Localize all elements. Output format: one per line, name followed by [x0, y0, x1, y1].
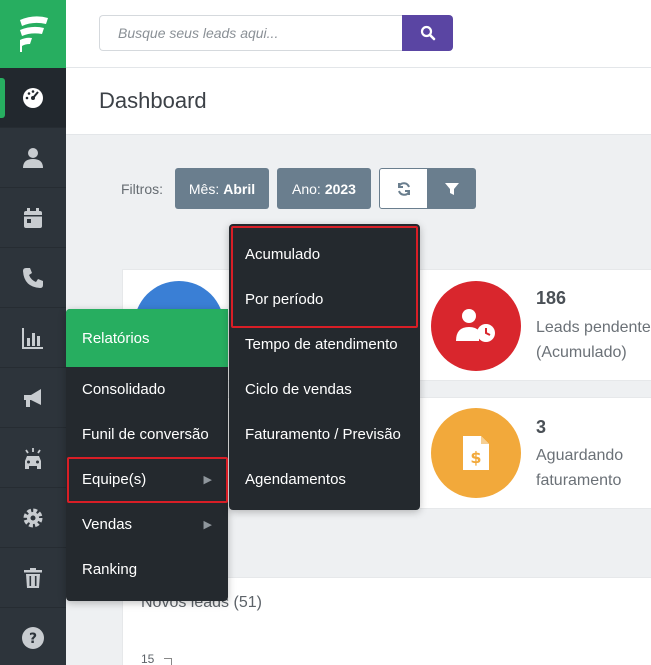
chart-y-tick: 15: [141, 652, 155, 665]
team-submenu: Acumulado Por período Tempo de atendimen…: [229, 224, 420, 510]
phone-icon: [23, 267, 43, 288]
menu-item-label: Equipe(s): [82, 471, 147, 488]
billing-value: 3: [536, 417, 547, 437]
user-icon: [23, 147, 43, 168]
logo-icon: [20, 16, 48, 52]
submenu-item-acumulado[interactable]: Acumulado: [229, 232, 420, 277]
submenu-item-faturamento[interactable]: Faturamento / Previsão: [229, 412, 420, 457]
billing-label-line1: Aguardando: [536, 447, 624, 464]
topbar: [66, 0, 651, 68]
month-filter-value: Abril: [223, 180, 256, 197]
pending-leads-value: 186: [536, 288, 567, 308]
sidebar-item-reports[interactable]: [0, 308, 66, 368]
reports-menu: Relatórios Consolidado Funil de conversã…: [66, 309, 228, 601]
year-filter-key: Ano:: [292, 180, 321, 197]
pending-leads-label-line1: Leads pendente: [536, 319, 651, 336]
chevron-right-icon: ▶: [203, 519, 212, 531]
app-logo[interactable]: [0, 0, 66, 68]
submenu-item-label: Ciclo de vendas: [245, 381, 352, 398]
invoice-dollar-icon: $: [463, 436, 489, 470]
sidebar-item-trash[interactable]: [0, 548, 66, 608]
submenu-item-agendamentos[interactable]: Agendamentos: [229, 457, 420, 502]
chevron-right-icon: ▶: [203, 474, 212, 486]
menu-item-consolidado[interactable]: Consolidado: [66, 367, 228, 412]
filters-label: Filtros:: [121, 181, 163, 197]
submenu-item-por-periodo[interactable]: Por período: [229, 277, 420, 322]
svg-text:?: ?: [29, 631, 37, 647]
trash-icon: [24, 567, 42, 588]
sidebar-item-contacts[interactable]: [0, 128, 66, 188]
user-clock-icon: [456, 309, 495, 342]
submenu-item-label: Por período: [245, 291, 324, 308]
stat-circle-orange: $: [431, 408, 521, 498]
help-icon: ?: [22, 627, 44, 649]
menu-item-label: Consolidado: [82, 381, 166, 398]
year-filter-button[interactable]: Ano: 2023: [277, 168, 371, 209]
bar-chart-icon: [22, 327, 43, 349]
search-input[interactable]: [99, 15, 403, 51]
gear-icon: [23, 508, 43, 527]
refresh-button[interactable]: [379, 168, 428, 209]
menu-item-label: Ranking: [82, 561, 138, 578]
menu-item-funil[interactable]: Funil de conversão: [66, 412, 228, 457]
submenu-item-label: Tempo de atendimento: [245, 336, 398, 353]
sidebar-item-vehicles[interactable]: [0, 428, 66, 488]
filter-button[interactable]: [427, 168, 476, 209]
menu-item-label: Vendas: [82, 516, 133, 533]
sidebar-item-help[interactable]: ?: [0, 608, 66, 665]
sidebar-item-campaigns[interactable]: [0, 368, 66, 428]
sidebar-item-settings[interactable]: [0, 488, 66, 548]
refresh-icon: [397, 181, 410, 196]
car-alarm-icon: [25, 447, 41, 469]
submenu-item-label: Faturamento / Previsão: [245, 426, 401, 443]
menu-item-ranking[interactable]: Ranking: [66, 547, 228, 592]
reports-menu-header[interactable]: Relatórios: [66, 309, 228, 367]
menu-item-label: Funil de conversão: [82, 426, 209, 443]
month-filter-key: Mês:: [188, 180, 220, 197]
chart-y-axis: [171, 658, 172, 665]
submenu-item-label: Acumulado: [245, 246, 321, 263]
menu-item-equipes[interactable]: Equipe(s) ▶: [66, 457, 228, 502]
search-icon: [420, 25, 435, 41]
menu-item-vendas[interactable]: Vendas ▶: [66, 502, 228, 547]
sidebar-item-calendar[interactable]: [0, 188, 66, 248]
submenu-item-ciclo-vendas[interactable]: Ciclo de vendas: [229, 367, 420, 412]
svg-text:$: $: [470, 448, 481, 467]
calendar-icon: [24, 207, 42, 228]
submenu-item-tempo-atendimento[interactable]: Tempo de atendimento: [229, 322, 420, 367]
submenu-item-label: Agendamentos: [245, 471, 346, 488]
megaphone-icon: [24, 388, 41, 407]
stat-circle-red: [431, 281, 521, 371]
year-filter-value: 2023: [324, 180, 356, 197]
search-button[interactable]: [402, 15, 453, 51]
billing-label-line2: faturamento: [536, 472, 622, 489]
dashboard-gauge-icon: [23, 87, 43, 108]
sidebar-item-dashboard[interactable]: [0, 68, 66, 128]
sidebar: ?: [0, 0, 66, 665]
funnel-icon: [444, 182, 459, 195]
pending-leads-label-line2: (Acumulado): [536, 344, 627, 361]
page-title: Dashboard: [99, 88, 207, 113]
sidebar-item-calls[interactable]: [0, 248, 66, 308]
page-header: Dashboard: [66, 68, 651, 135]
month-filter-button[interactable]: Mês: Abril: [175, 168, 269, 209]
